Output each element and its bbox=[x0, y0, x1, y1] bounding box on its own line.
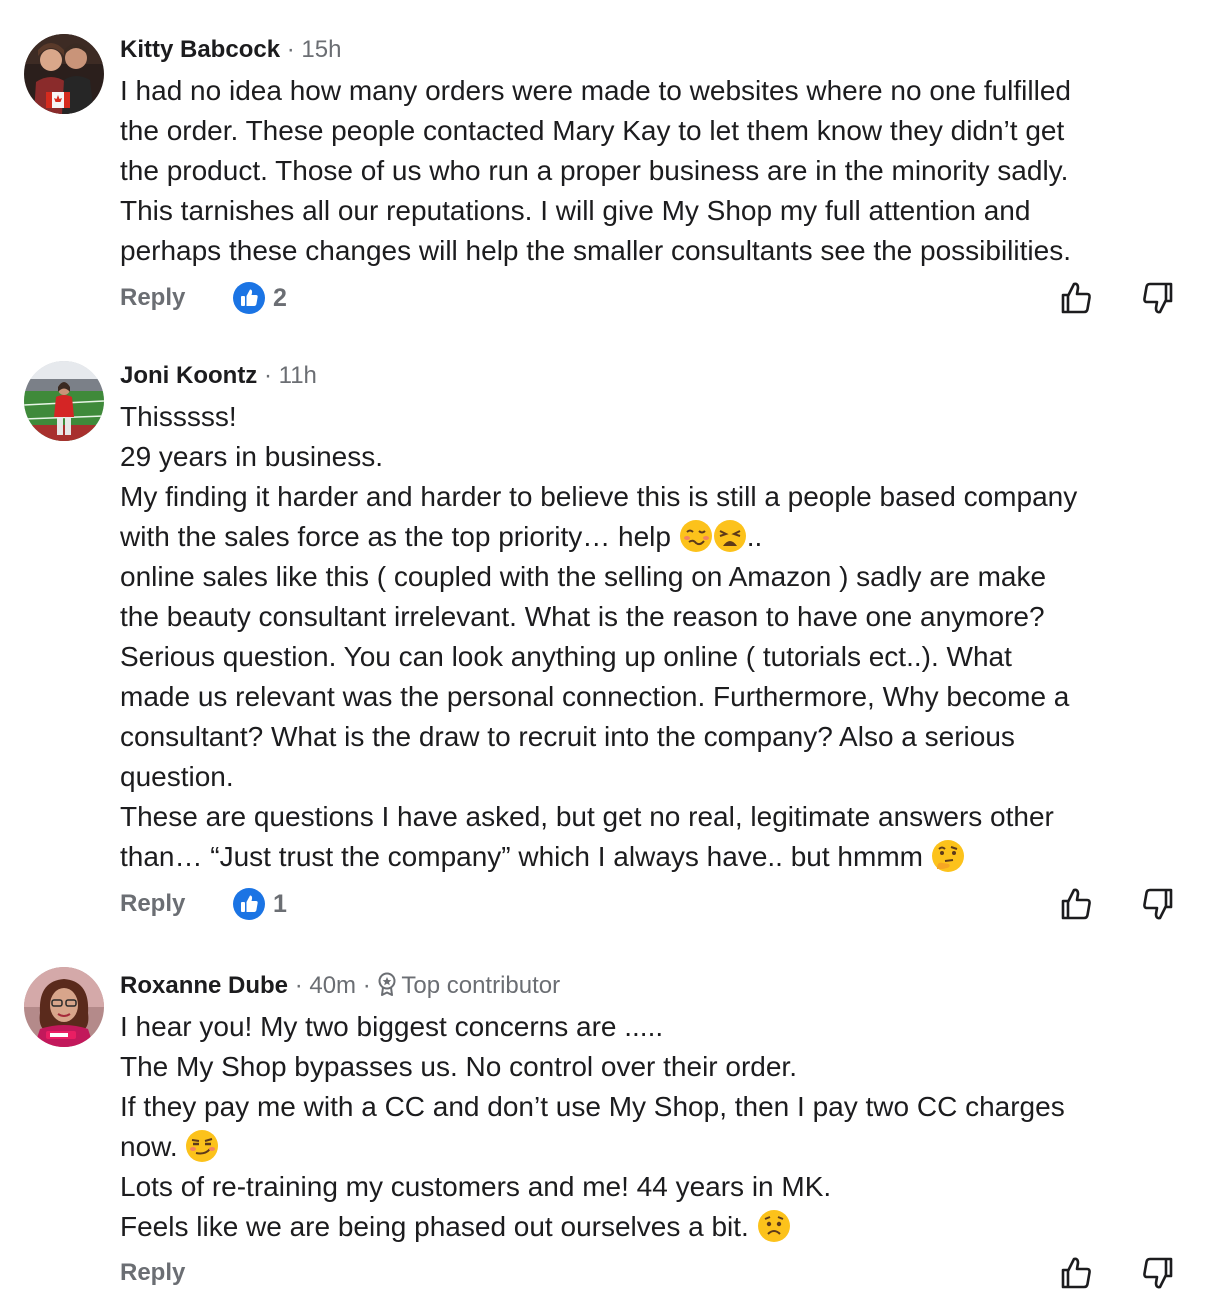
reply-button[interactable]: Reply bbox=[120, 278, 185, 318]
worried-face-emoji bbox=[757, 1210, 790, 1242]
comments-feed: Kitty Babcock · 15h I had no idea how ma… bbox=[0, 0, 1208, 1289]
comment-line: My finding it harder and harder to belie… bbox=[120, 481, 1078, 512]
upvote-icon[interactable] bbox=[1058, 280, 1094, 316]
comment-line-with-emoji: than… “Just trust the company” which I a… bbox=[120, 837, 1190, 877]
comment-header: Joni Koontz · 11h bbox=[120, 358, 317, 394]
comment-line: Feels like we are being phased out ourse… bbox=[120, 1211, 757, 1242]
timestamp[interactable]: 40m bbox=[309, 972, 356, 999]
avatar-portrait-photo bbox=[24, 967, 104, 1047]
comment-line: the product. Those of us who run a prope… bbox=[120, 155, 1069, 186]
upvote-icon[interactable] bbox=[1058, 886, 1094, 922]
top-contributor-badge[interactable]: Top contributor bbox=[401, 972, 560, 999]
comment-line-with-emoji: Feels like we are being phased out ourse… bbox=[120, 1207, 1190, 1247]
like-count: 2 bbox=[273, 284, 287, 312]
comment-text: I had no idea how many orders were made … bbox=[120, 71, 1190, 271]
thumbs-up-badge-icon bbox=[233, 282, 265, 314]
comment-line-with-emoji: now. bbox=[120, 1127, 1190, 1167]
avatar[interactable] bbox=[24, 361, 104, 441]
author-name[interactable]: Joni Koontz bbox=[120, 362, 257, 389]
avatar-couple-photo bbox=[24, 34, 104, 114]
downvote-icon[interactable] bbox=[1140, 1255, 1176, 1291]
woozy-face-emoji bbox=[679, 520, 712, 552]
comment-line: Thisssss! bbox=[120, 401, 237, 432]
timestamp[interactable]: 15h bbox=[301, 36, 341, 63]
comment-line: These are questions I have asked, but ge… bbox=[120, 801, 1054, 832]
comment-header: Roxanne Dube · 40m · Top contributor bbox=[120, 968, 560, 1004]
comment-line: question. bbox=[120, 761, 234, 792]
thinking-face-emoji bbox=[931, 840, 964, 872]
comment-actions: Reply 2 bbox=[120, 278, 1180, 318]
comment-line: The My Shop bypasses us. No control over… bbox=[120, 1051, 797, 1082]
comment-line-with-emoji: with the sales force as the top priority… bbox=[120, 517, 1190, 557]
comment-line: now. bbox=[120, 1131, 186, 1162]
comment-line: Serious question. You can look anything … bbox=[120, 641, 1012, 672]
comment-line: online sales like this ( coupled with th… bbox=[120, 561, 1047, 592]
avatar-stadium-photo bbox=[24, 361, 104, 441]
downvote-icon[interactable] bbox=[1140, 886, 1176, 922]
comment-line: the order. These people contacted Mary K… bbox=[120, 115, 1065, 146]
reply-button[interactable]: Reply bbox=[120, 1253, 185, 1293]
smirking-face-emoji bbox=[186, 1130, 219, 1162]
comment-line: perhaps these changes will help the smal… bbox=[120, 235, 1071, 266]
comment-text: I hear you! My two biggest concerns are … bbox=[120, 1007, 1190, 1247]
comment-line: made us relevant was the personal connec… bbox=[120, 681, 1070, 712]
comment-line: than… “Just trust the company” which I a… bbox=[120, 841, 931, 872]
thumbs-up-badge-icon bbox=[233, 888, 265, 920]
comment-header: Kitty Babcock · 15h bbox=[120, 32, 341, 68]
top-contributor-icon bbox=[378, 972, 396, 996]
comment-line: the beauty consultant irrelevant. What i… bbox=[120, 601, 1045, 632]
avatar[interactable] bbox=[24, 967, 104, 1047]
comment-actions: Reply bbox=[120, 1253, 1180, 1293]
comment-actions: Reply 1 bbox=[120, 884, 1180, 924]
reply-button[interactable]: Reply bbox=[120, 884, 185, 924]
comment-line: Lots of re-training my customers and me!… bbox=[120, 1171, 832, 1202]
comment-line: I had no idea how many orders were made … bbox=[120, 75, 1071, 106]
avatar[interactable] bbox=[24, 34, 104, 114]
comment-line: If they pay me with a CC and don’t use M… bbox=[120, 1091, 1065, 1122]
header-separator: · bbox=[257, 362, 279, 389]
timestamp[interactable]: 11h bbox=[279, 362, 317, 389]
comment-line: with the sales force as the top priority… bbox=[120, 521, 679, 552]
downvote-icon[interactable] bbox=[1140, 280, 1176, 316]
upvote-icon[interactable] bbox=[1058, 1255, 1094, 1291]
weary-face-emoji bbox=[713, 520, 746, 552]
comment-text: Thisssss! 29 years in business. My findi… bbox=[120, 397, 1190, 877]
header-separator: · bbox=[288, 972, 310, 999]
comment-line-suffix: .. bbox=[746, 521, 763, 552]
comment-line: consultant? What is the draw to recruit … bbox=[120, 721, 1015, 752]
author-name[interactable]: Roxanne Dube bbox=[120, 972, 288, 999]
header-separator: · bbox=[356, 972, 378, 999]
header-separator: · bbox=[280, 36, 302, 63]
author-name[interactable]: Kitty Babcock bbox=[120, 36, 280, 63]
comment-line: This tarnishes all our reputations. I wi… bbox=[120, 195, 1031, 226]
like-count: 1 bbox=[273, 890, 287, 918]
comment-line: 29 years in business. bbox=[120, 441, 384, 472]
comment-line: I hear you! My two biggest concerns are … bbox=[120, 1011, 664, 1042]
